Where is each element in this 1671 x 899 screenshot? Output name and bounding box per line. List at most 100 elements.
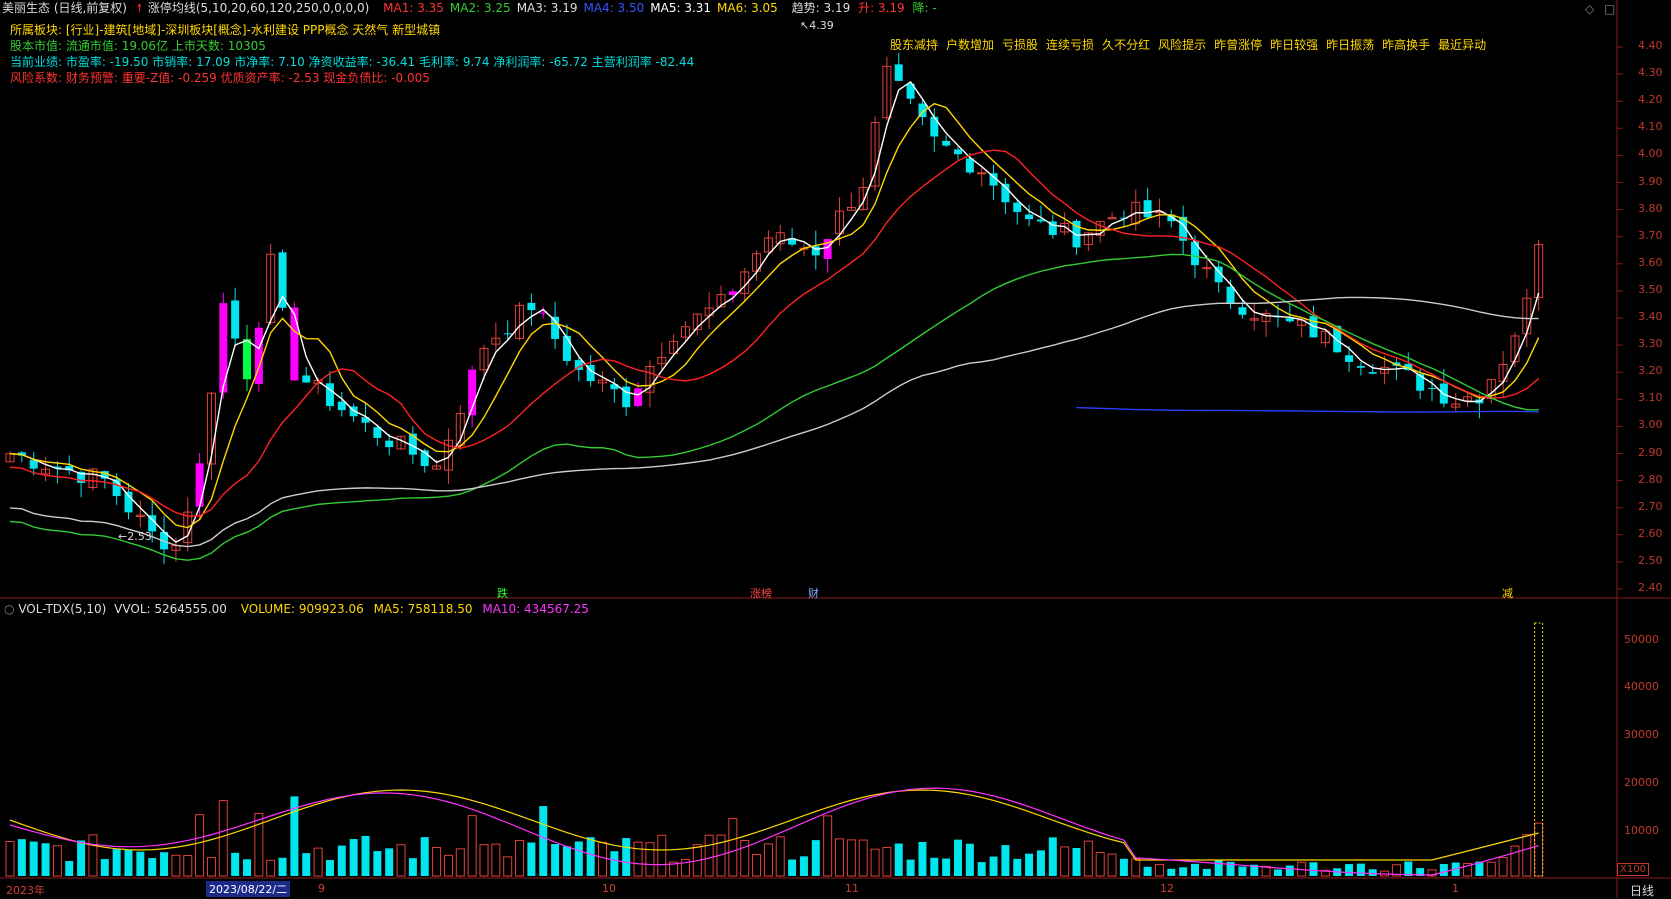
volume-bar — [1356, 863, 1365, 876]
candle-body — [503, 333, 512, 335]
price-tick: 4.10 — [1638, 120, 1663, 134]
volume-bar — [503, 856, 513, 877]
price-tick: 3.50 — [1638, 282, 1663, 296]
volume-bar — [1119, 858, 1128, 876]
volume-bar — [1107, 853, 1117, 877]
volume-bar — [1202, 868, 1211, 876]
volume-bar — [1534, 822, 1544, 877]
price-tick: 3.80 — [1638, 201, 1663, 215]
month-label: 12 — [1160, 882, 1174, 895]
candle-body — [1025, 214, 1034, 220]
candle-body — [337, 401, 346, 411]
volume-bar — [1439, 864, 1448, 876]
volume-bar — [1498, 857, 1508, 877]
volume-axis: 50000 40000 30000 20000 10000 — [1620, 600, 1671, 880]
month-labels: 9 10 11 12 1 — [0, 882, 1620, 898]
month-label: 9 — [318, 882, 325, 895]
low-price-label: ←2.53 — [118, 530, 152, 543]
volume-bar — [1048, 837, 1057, 876]
event-marker-finance[interactable]: 财 — [808, 585, 819, 601]
price-axis: 4.40 4.30 4.20 4.10 4.00 3.90 3.80 3.70 3.60 3.50… — [1620, 0, 1671, 600]
price-tick: 2.80 — [1638, 472, 1663, 486]
candle-body — [385, 440, 394, 448]
price-tick: 3.60 — [1638, 255, 1663, 269]
volume-collapse-icon[interactable]: ○ — [4, 602, 14, 616]
volume-bar — [136, 851, 145, 876]
volume-bar — [432, 847, 442, 877]
volume-bar — [846, 839, 856, 877]
stock-chart-window: 美丽生态 (日线,前复权) 🠕 涨停均线(5,10,20,60,120,250,… — [0, 0, 1671, 898]
candle-body — [1345, 355, 1354, 362]
volume-bar — [622, 838, 631, 876]
volume-bar — [775, 836, 785, 877]
volume-tick: 30000 — [1624, 728, 1659, 741]
volume-bar — [337, 845, 346, 876]
volume-tick: 20000 — [1624, 776, 1659, 789]
price-tick: 4.30 — [1638, 66, 1663, 80]
ma20-line — [9, 149, 1540, 517]
volume-bar — [455, 848, 465, 877]
volume-bar — [1486, 861, 1496, 877]
volume-bar — [835, 838, 844, 877]
event-marker-fall[interactable]: 跌 — [497, 585, 508, 601]
candle-body — [942, 140, 951, 146]
candle-body — [1226, 286, 1235, 303]
price-tick: 3.20 — [1638, 364, 1663, 378]
volume-bar — [882, 846, 892, 877]
ma10-line — [9, 102, 1540, 529]
volume-bar — [1285, 865, 1294, 876]
volume-bar — [88, 834, 98, 877]
candle-body — [1368, 372, 1377, 374]
volume-bar — [1143, 866, 1152, 876]
high-price-label: ↖4.39 — [800, 19, 834, 32]
volume-bar — [1368, 869, 1377, 876]
volume-bar — [206, 857, 216, 877]
ma5-line — [9, 81, 1540, 543]
price-tick: 4.20 — [1638, 93, 1663, 107]
volume-bar — [302, 853, 311, 876]
period-label[interactable]: 日线 — [1630, 882, 1654, 899]
vvol-value: VVOL: 5264555.00 — [114, 602, 227, 616]
volume-unit: X100 — [1617, 863, 1649, 876]
ma250-line — [1076, 406, 1539, 413]
volume-bar — [396, 844, 406, 877]
volume-bar — [858, 839, 868, 877]
volume-bar — [1001, 845, 1010, 876]
volume-bar — [41, 843, 50, 876]
volume-bar — [148, 858, 157, 876]
volume-bar — [788, 859, 797, 876]
volume-header: ○ VOL-TDX(5,10) VVOL: 5264555.00 VOLUME:… — [4, 601, 589, 617]
volume-bar — [349, 839, 358, 876]
volume-bar — [598, 841, 607, 877]
volume-bar — [1309, 862, 1318, 876]
candle-body — [562, 335, 571, 361]
month-label: 10 — [602, 882, 616, 895]
volume-bar — [965, 843, 974, 876]
candle-body — [894, 64, 903, 81]
volume-bar — [52, 845, 62, 877]
event-marker-limit-list[interactable]: 涨榜 — [750, 585, 772, 601]
volume-bar — [645, 842, 655, 877]
volume-bar — [527, 842, 536, 876]
volume-bar — [17, 839, 26, 876]
volume-bar — [124, 850, 133, 876]
event-marker-reduce[interactable]: 减 — [1502, 585, 1513, 601]
volume-bar — [313, 847, 323, 877]
volume-title[interactable]: VOL-TDX(5,10) — [18, 602, 106, 616]
volume-tick: 10000 — [1624, 824, 1659, 837]
volume-ma5-line — [9, 789, 1539, 861]
candle-body — [195, 463, 204, 507]
volume-bar — [65, 861, 74, 876]
volume-bar — [1060, 846, 1070, 877]
volume-bar — [1238, 866, 1247, 876]
volume-tick: 40000 — [1624, 680, 1659, 693]
volume-bar — [1095, 852, 1105, 877]
volume-bar — [752, 853, 762, 877]
candlestick-chart[interactable] — [0, 0, 1671, 898]
price-tick: 3.40 — [1638, 310, 1663, 323]
volume-bar — [385, 848, 394, 876]
volume-bar — [728, 817, 738, 877]
volume-bar — [100, 859, 109, 876]
volume-bar — [491, 843, 501, 877]
price-tick: 2.90 — [1638, 445, 1663, 459]
